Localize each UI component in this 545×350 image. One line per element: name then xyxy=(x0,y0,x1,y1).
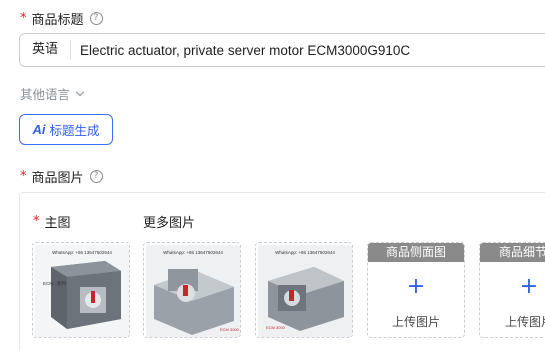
title-field-label: * 商品标题 ? xyxy=(20,9,103,28)
product-thumbnail[interactable]: WhatsApp: +86 13647502644 ECM 3000 xyxy=(255,242,353,338)
other-languages-label: 其他语言 xyxy=(20,87,71,102)
ai-icon: Ai xyxy=(32,122,46,137)
main-image-label: * 主图 xyxy=(33,212,71,231)
chevron-down-icon xyxy=(75,87,85,96)
actuator-photo: WhatsApp: +86 13647502644 ECM 3000 xyxy=(146,245,240,337)
upload-slot-side[interactable]: 商品侧面图 + 上传图片 xyxy=(367,242,465,338)
photo-watermark: WhatsApp: +86 13647502644 xyxy=(275,250,335,255)
main-image-text: 主图 xyxy=(44,216,71,231)
product-thumbnail[interactable]: WhatsApp: +86 13647502644 ECM...系列 xyxy=(32,242,130,338)
upload-label: 上传图片 xyxy=(504,315,545,329)
ai-title-generate-button[interactable]: Ai 标题生成 xyxy=(19,114,113,145)
required-mark: * xyxy=(20,11,27,26)
images-field-label: * 商品图片 ? xyxy=(20,167,103,186)
slot-title: 商品细节图 xyxy=(480,243,545,262)
product-thumbnail[interactable]: WhatsApp: +86 13647502644 ECM 3000 xyxy=(143,242,241,338)
upload-label: 上传图片 xyxy=(391,315,440,329)
title-label: 商品标题 xyxy=(31,13,84,28)
photo-watermark: WhatsApp: +86 13647502644 xyxy=(52,250,112,255)
required-mark: * xyxy=(20,169,27,184)
slot-title: 商品侧面图 xyxy=(368,243,464,262)
required-mark: * xyxy=(33,214,40,229)
actuator-photo: WhatsApp: +86 13647502644 ECM 3000 xyxy=(258,245,352,337)
photo-caption: ECM...系列 xyxy=(43,280,66,287)
language-tag[interactable]: 英语 xyxy=(20,40,71,60)
photo-watermark: WhatsApp: +86 13647502644 xyxy=(163,250,223,255)
upload-slot-detail[interactable]: 商品细节图 + 上传图片 xyxy=(479,242,545,338)
images-label: 商品图片 xyxy=(31,171,84,186)
plus-icon: + xyxy=(519,274,539,299)
photo-caption: ECM 3000 xyxy=(220,327,240,332)
photo-caption: ECM 3000 xyxy=(266,325,286,330)
ai-button-label: 标题生成 xyxy=(49,123,100,138)
title-input[interactable]: 英语 Electric actuator, private server mot… xyxy=(19,33,545,67)
question-circle-icon[interactable]: ? xyxy=(89,12,103,25)
question-circle-icon[interactable]: ? xyxy=(89,170,103,183)
more-images-label: 更多图片 xyxy=(143,216,196,231)
title-value[interactable]: Electric actuator, private server motor … xyxy=(71,43,410,58)
plus-icon: + xyxy=(406,274,426,299)
other-languages-toggle[interactable]: 其他语言 xyxy=(20,84,85,103)
actuator-photo: WhatsApp: +86 13647502644 ECM...系列 xyxy=(35,245,129,337)
